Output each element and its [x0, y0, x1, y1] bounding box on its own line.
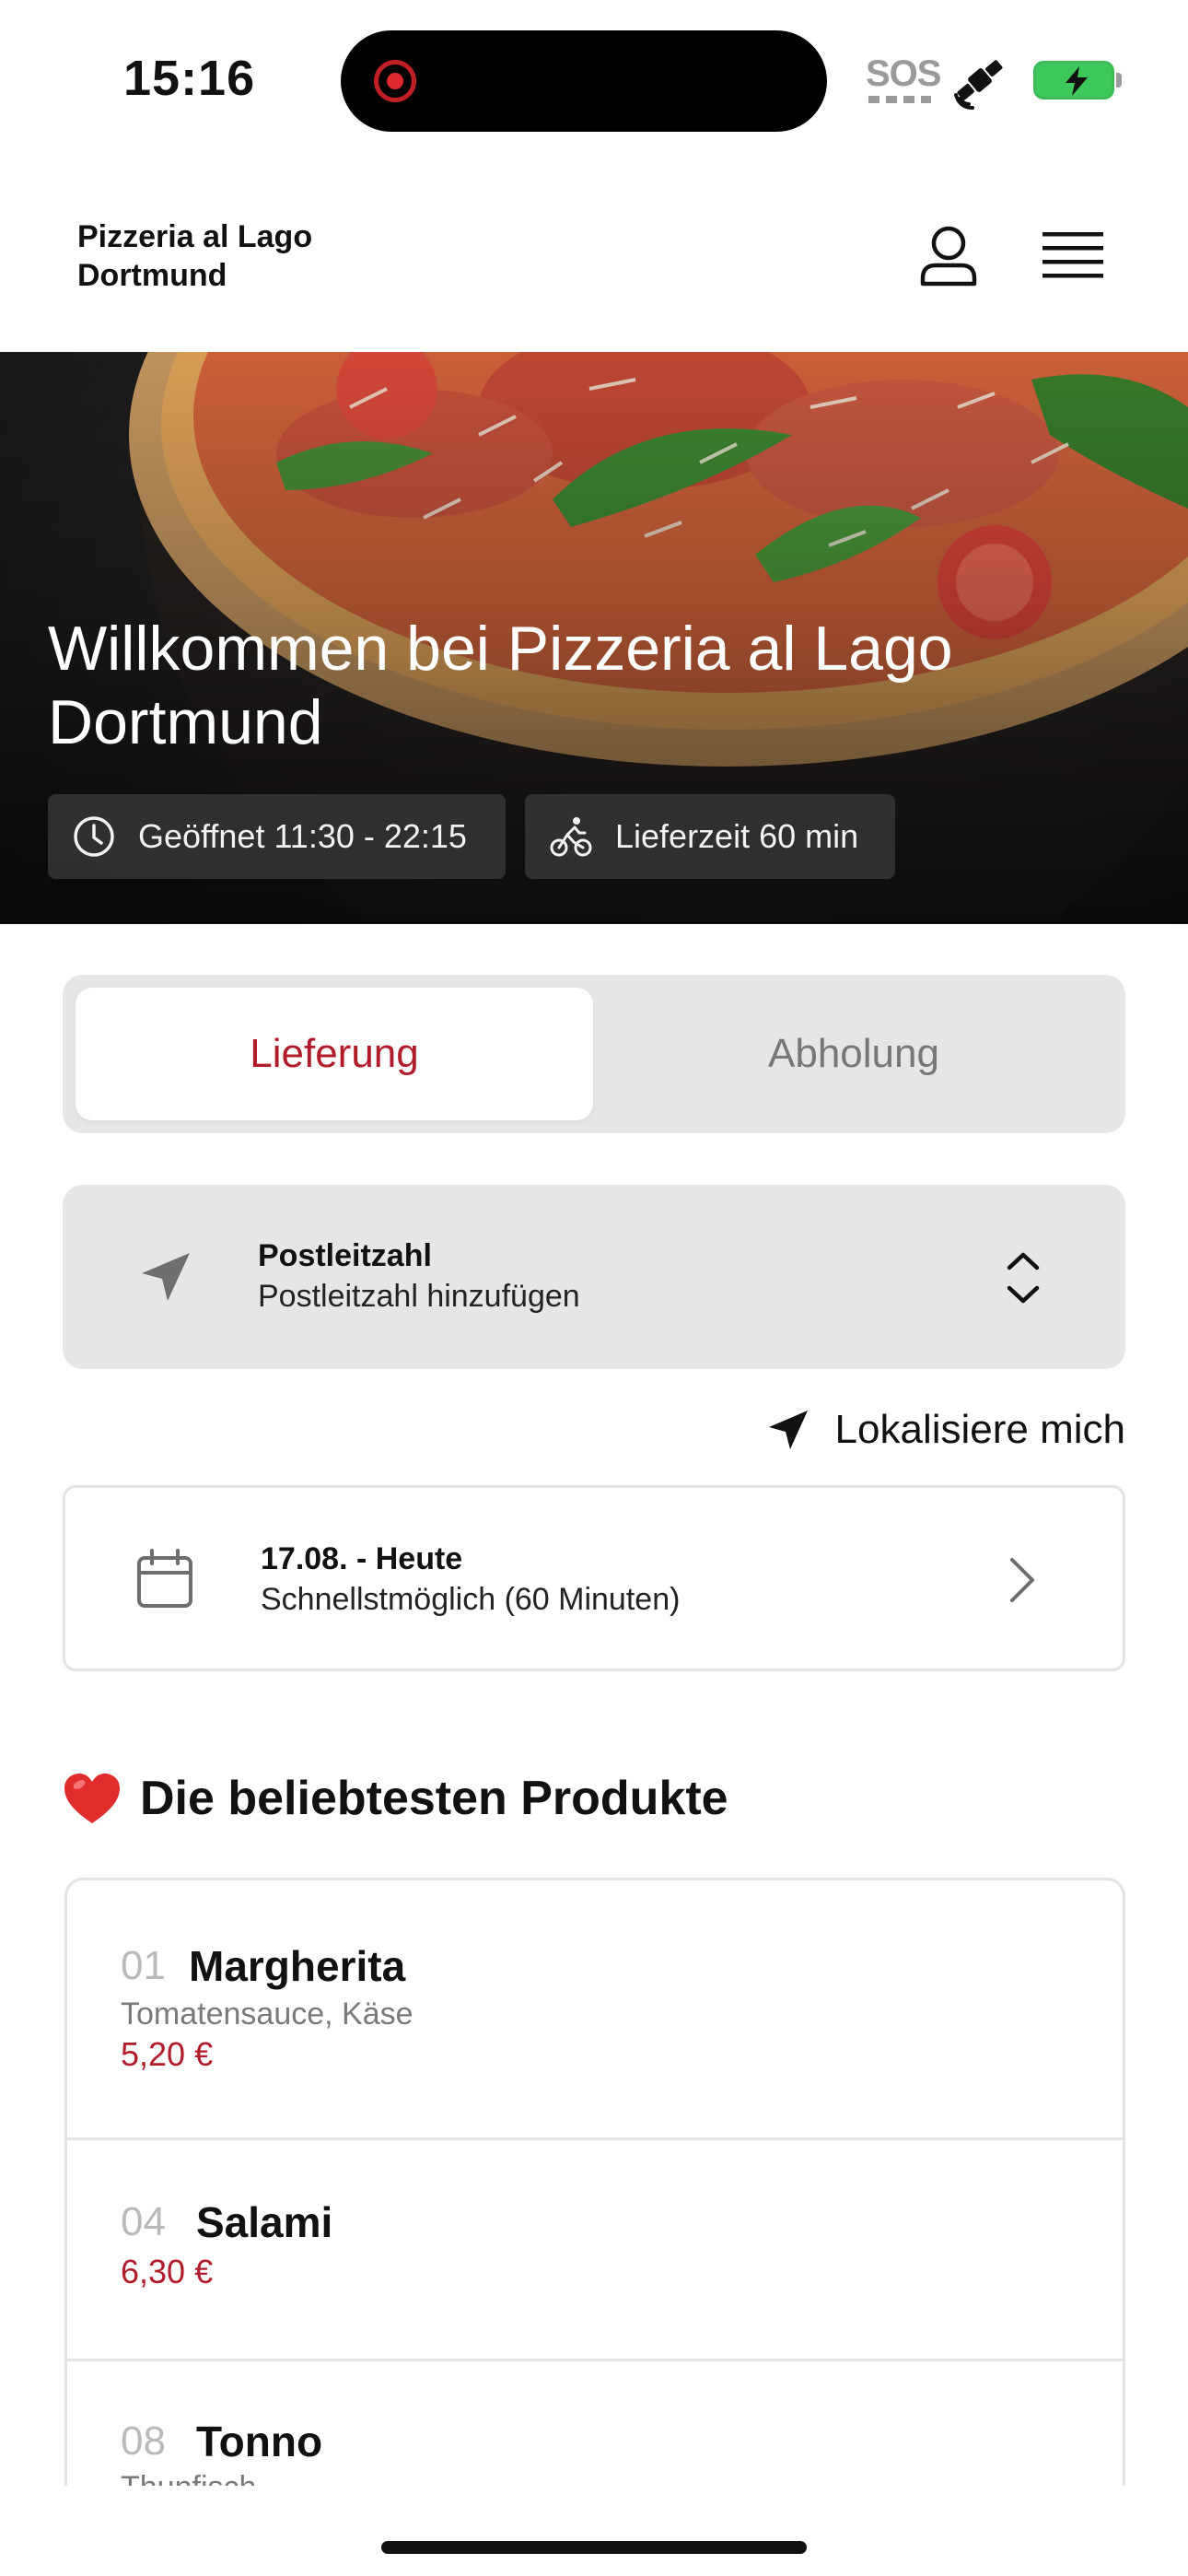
product-list: 01 Margherita Tomatensauce, Käse 5,20 € … — [64, 1878, 1125, 2486]
product-number: 08 — [121, 2418, 166, 2464]
location-arrow-icon — [142, 1253, 190, 1301]
delivery-time-text: Lieferzeit 60 min — [615, 817, 859, 855]
postal-code-label: Postleitzahl — [258, 1238, 432, 1273]
product-description: Tomatensauce, Käse — [121, 1996, 413, 2032]
order-mode-toggle: Lieferung Abholung — [63, 975, 1125, 1133]
bicycle-courier-icon — [550, 817, 592, 857]
opening-hours-text: Geöffnet 11:30 - 22:15 — [138, 817, 467, 855]
home-indicator[interactable] — [381, 2541, 807, 2554]
delivery-date: 17.08. - Heute — [261, 1541, 463, 1576]
chevron-right-icon — [1010, 1558, 1034, 1602]
popular-products-title: Die beliebtesten Produkte — [140, 1772, 728, 1825]
sos-signal-dots — [868, 96, 931, 103]
hero-title: Willkommen bei Pizzeria al Lago Dortmund — [48, 614, 953, 757]
product-price: 5,20 € — [121, 2035, 214, 2073]
postal-code-select[interactable]: Postleitzahl Postleitzahl hinzufügen — [63, 1185, 1125, 1369]
delivery-time-select[interactable]: 17.08. - Heute Schnellstmöglich (60 Minu… — [63, 1485, 1125, 1671]
delivery-time-chip: Lieferzeit 60 min — [525, 794, 895, 879]
recording-dot-icon — [374, 60, 416, 102]
product-number: 04 — [121, 2199, 166, 2244]
popular-products-heading: Die beliebtesten Produkte — [63, 1762, 728, 1835]
product-number: 01 — [121, 1943, 166, 1988]
product-name: Tonno — [196, 2418, 323, 2465]
navigation-arrow-icon — [768, 1411, 808, 1449]
heart-icon — [64, 1774, 120, 1823]
chevron-up-down-icon — [1007, 1252, 1040, 1304]
satellite-icon — [954, 60, 1003, 110]
restaurant-name[interactable]: Pizzeria al Lago Dortmund — [77, 217, 446, 295]
product-item[interactable]: 04 Salami 6,30 € — [67, 2140, 1123, 2361]
product-name: Salami — [196, 2198, 333, 2246]
sos-label: SOS — [866, 53, 941, 94]
product-price: 6,30 € — [121, 2253, 214, 2290]
status-time: 15:16 — [123, 51, 256, 106]
status-bar: 15:16 SOS — [0, 0, 1188, 157]
menu-icon[interactable] — [1042, 230, 1103, 282]
delivery-time-option: Schnellstmöglich (60 Minuten) — [261, 1582, 681, 1617]
clock-icon — [74, 816, 114, 857]
calendar-icon — [137, 1549, 192, 1608]
battery-charging-icon — [1033, 61, 1114, 100]
locate-me-label: Lokalisiere mich — [834, 1407, 1125, 1452]
tab-delivery[interactable]: Lieferung — [76, 988, 593, 1120]
product-description: Thunfisch — [121, 2470, 256, 2486]
product-item[interactable]: 08 Tonno Thunfisch — [67, 2361, 1123, 2486]
product-name: Margherita — [189, 1942, 406, 1990]
postal-code-placeholder: Postleitzahl hinzufügen — [258, 1279, 580, 1314]
opening-hours-chip: Geöffnet 11:30 - 22:15 — [48, 794, 506, 879]
product-item[interactable]: 01 Margherita Tomatensauce, Käse 5,20 € — [67, 1880, 1123, 2140]
user-icon[interactable] — [915, 223, 982, 289]
tab-pickup[interactable]: Abholung — [595, 988, 1112, 1120]
locate-me-button[interactable]: Lokalisiere mich — [748, 1400, 1125, 1459]
battery-tip — [1116, 73, 1122, 88]
app-header: Pizzeria al Lago Dortmund — [0, 157, 1188, 352]
hero-banner: Willkommen bei Pizzeria al Lago Dortmund… — [0, 352, 1188, 924]
dynamic-island — [341, 30, 827, 132]
